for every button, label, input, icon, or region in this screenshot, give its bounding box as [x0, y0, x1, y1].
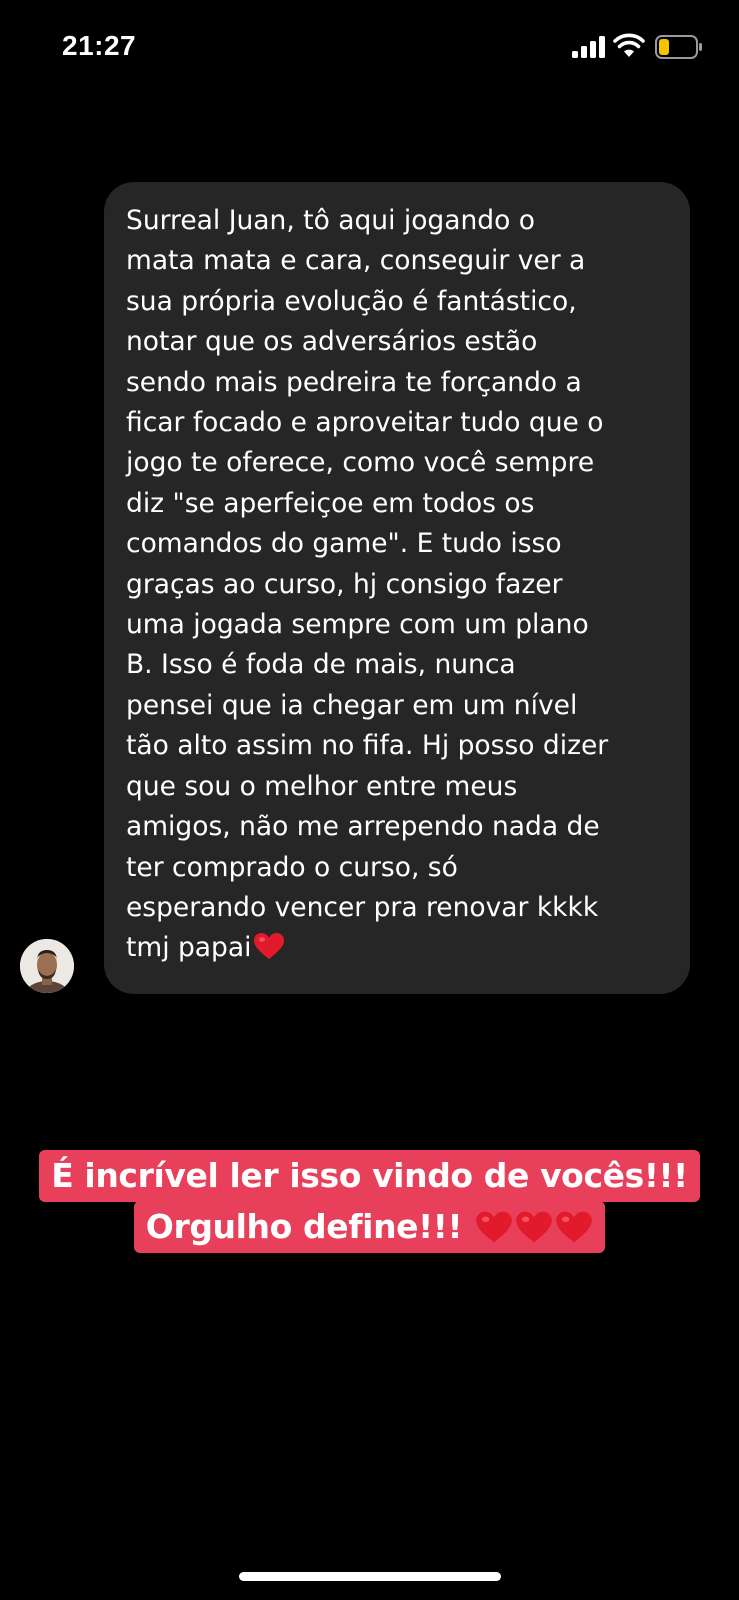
- home-indicator[interactable]: [239, 1572, 501, 1581]
- battery-low-icon: [655, 35, 702, 59]
- message-text: Surreal Juan, tô aqui jogando o mata mat…: [126, 201, 670, 969]
- status-time: 21:27: [62, 30, 137, 61]
- wifi-icon: [613, 33, 645, 57]
- signal-bars-icon: [572, 36, 605, 58]
- red-heart-icon: [254, 933, 285, 960]
- message-bubble[interactable]: Surreal Juan, tô aqui jogando o mata mat…: [104, 182, 690, 994]
- red-heart-icon: [556, 1211, 593, 1243]
- caption-line-2-text: Orgulho define!!!: [145, 1207, 463, 1246]
- red-heart-icon: [516, 1211, 553, 1243]
- red-heart-icon: [476, 1211, 513, 1243]
- caption-line-1: É incrível ler isso vindo de vocês!!!: [39, 1150, 700, 1202]
- sender-avatar[interactable]: [20, 939, 74, 993]
- caption-line-2: Orgulho define!!!: [133, 1201, 606, 1253]
- status-bar: 21:27: [0, 0, 739, 100]
- avatar-photo-icon: [20, 939, 74, 993]
- story-caption: É incrível ler isso vindo de vocês!!! Or…: [0, 1150, 739, 1253]
- message-body: Surreal Juan, tô aqui jogando o mata mat…: [126, 205, 609, 964]
